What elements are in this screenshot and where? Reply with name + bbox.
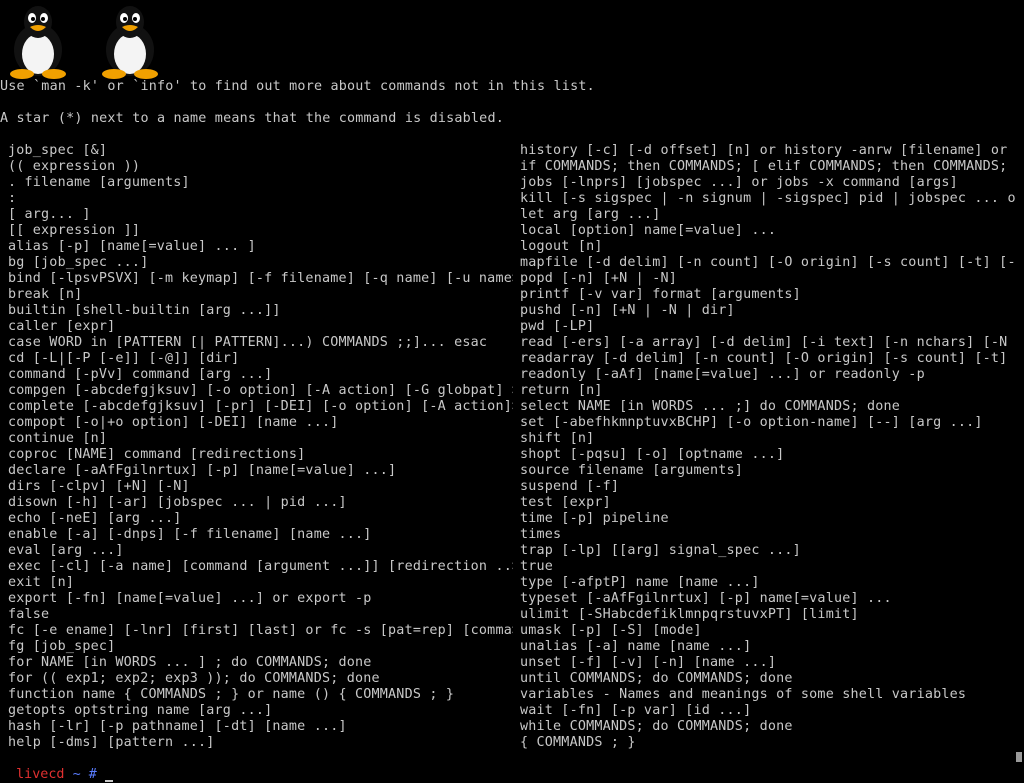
command-entry: complete [-abcdefgjksuv] [-pr] [-DEI] [-… <box>8 399 513 414</box>
command-entry: return [n] <box>520 383 603 398</box>
command-entry: fc [-e ename] [-lnr] [first] [last] or f… <box>8 623 513 638</box>
command-entry: exit [n] <box>8 575 75 590</box>
text-cursor[interactable] <box>104 780 113 782</box>
command-entry: type [-afptP] name [name ...] <box>520 575 760 590</box>
command-list-right: history [-c] [-d offset] [n] or history … <box>520 143 1016 751</box>
command-entry: [[ expression ]] <box>8 223 141 238</box>
command-entry: compopt [-o|+o option] [-DEI] [name ...] <box>8 415 339 430</box>
command-entry: variables - Names and meanings of some s… <box>520 687 967 702</box>
command-entry: set [-abefhkmnptuvxBCHP] [-o option-name… <box>520 415 983 430</box>
command-entry: dirs [-clpv] [+N] [-N] <box>8 479 190 494</box>
prompt-symbol: # <box>88 767 97 782</box>
command-entry: unset [-f] [-v] [-n] [name ...] <box>520 655 777 670</box>
command-entry: umask [-p] [-S] [mode] <box>520 623 702 638</box>
command-entry: job_spec [&] <box>8 143 108 158</box>
command-entry: suspend [-f] <box>520 479 620 494</box>
command-entry: [ arg... ] <box>8 207 91 222</box>
command-entry: : <box>8 191 17 206</box>
help-star-note-line: A star (*) next to a name means that the… <box>0 111 504 126</box>
command-entry: shift [n] <box>520 431 595 446</box>
command-entry: hash [-lr] [-p pathname] [-dt] [name ...… <box>8 719 347 734</box>
command-entry: disown [-h] [-ar] [jobspec ... | pid ...… <box>8 495 347 510</box>
command-entry: exec [-cl] [-a name] [command [argument … <box>8 559 513 574</box>
command-entry: pwd [-LP] <box>520 319 595 334</box>
prompt-directory: ~ <box>72 767 81 782</box>
command-entry: false <box>8 607 50 622</box>
command-entry: (( expression )) <box>8 159 141 174</box>
command-entry: for (( exp1; exp2; exp3 )); do COMMANDS;… <box>8 671 380 686</box>
help-intro-line: Use `man -k' or `info' to find out more … <box>0 79 595 94</box>
shell-prompt[interactable]: livecd ~ # <box>0 751 113 782</box>
command-entry: printf [-v var] format [arguments] <box>520 287 801 302</box>
prompt-hostname: livecd <box>16 767 65 782</box>
command-entry: times <box>520 527 562 542</box>
command-entry: readarray [-d delim] [-n count] [-O orig… <box>520 351 1016 366</box>
command-list-left: job_spec [&](( expression )). filename [… <box>8 143 513 751</box>
command-entry: help [-dms] [pattern ...] <box>8 735 215 750</box>
command-entry: select NAME [in WORDS ... ;] do COMMANDS… <box>520 399 901 414</box>
command-entry: let arg [arg ...] <box>520 207 661 222</box>
command-entry: ulimit [-SHabcdefiklmnpqrstuvxPT] [limit… <box>520 607 859 622</box>
command-entry: read [-ers] [-a array] [-d delim] [-i te… <box>520 335 1016 350</box>
command-entry: case WORD in [PATTERN [| PATTERN]...) CO… <box>8 335 488 350</box>
command-entry: if COMMANDS; then COMMANDS; [ elif COMMA… <box>520 159 1016 174</box>
command-entry: builtin [shell-builtin [arg ...]] <box>8 303 281 318</box>
command-entry: readonly [-aAf] [name[=value] ...] or re… <box>520 367 925 382</box>
command-entry: break [n] <box>8 287 83 302</box>
command-entry: true <box>520 559 554 574</box>
command-entry: test [expr] <box>520 495 611 510</box>
command-entry: typeset [-aAfFgilnrtux] [-p] name[=value… <box>520 591 892 606</box>
command-entry: bind [-lpsvPSVX] [-m keymap] [-f filenam… <box>8 271 513 286</box>
command-entry: source filename [arguments] <box>520 463 744 478</box>
scroll-indicator <box>1016 752 1022 762</box>
command-entry: time [-p] pipeline <box>520 511 669 526</box>
command-entry: export [-fn] [name[=value] ...] or expor… <box>8 591 372 606</box>
boot-logo-area <box>0 0 1024 82</box>
command-entry: alias [-p] [name[=value] ... ] <box>8 239 256 254</box>
command-entry: coproc [NAME] command [redirections] <box>8 447 306 462</box>
command-entry: getopts optstring name [arg ...] <box>8 703 273 718</box>
command-entry: kill [-s sigspec | -n signum | -sigspec]… <box>520 191 1016 206</box>
command-entry: local [option] name[=value] ... <box>520 223 777 238</box>
command-entry: wait [-fn] [-p var] [id ...] <box>520 703 752 718</box>
command-entry: popd [-n] [+N | -N] <box>520 271 677 286</box>
command-entry: command [-pVv] command [arg ...] <box>8 367 273 382</box>
command-entry: history [-c] [-d offset] [n] or history … <box>520 143 1016 158</box>
command-entry: cd [-L|[-P [-e]] [-@]] [dir] <box>8 351 240 366</box>
command-entry: . filename [arguments] <box>8 175 190 190</box>
command-entry: bg [job_spec ...] <box>8 255 149 270</box>
command-entry: compgen [-abcdefgjksuv] [-o option] [-A … <box>8 383 513 398</box>
command-entry: mapfile [-d delim] [-n count] [-O origin… <box>520 255 1016 270</box>
command-entry: caller [expr] <box>8 319 116 334</box>
command-entry: while COMMANDS; do COMMANDS; done <box>520 719 793 734</box>
command-entry: shopt [-pqsu] [-o] [optname ...] <box>520 447 785 462</box>
command-entry: jobs [-lnprs] [jobspec ...] or jobs -x c… <box>520 175 958 190</box>
command-entry: trap [-lp] [[arg] signal_spec ...] <box>520 543 801 558</box>
command-entry: { COMMANDS ; } <box>520 735 636 750</box>
command-entry: enable [-a] [-dnps] [-f filename] [name … <box>8 527 372 542</box>
command-entry: unalias [-a] name [name ...] <box>520 639 752 654</box>
command-entry: logout [n] <box>520 239 603 254</box>
command-entry: echo [-neE] [arg ...] <box>8 511 182 526</box>
command-entry: function name { COMMANDS ; } or name () … <box>8 687 455 702</box>
command-entry: fg [job_spec] <box>8 639 116 654</box>
command-entry: eval [arg ...] <box>8 543 124 558</box>
command-entry: for NAME [in WORDS ... ] ; do COMMANDS; … <box>8 655 372 670</box>
command-entry: until COMMANDS; do COMMANDS; done <box>520 671 793 686</box>
tux-icon <box>102 6 158 79</box>
command-entry: pushd [-n] [+N | -N | dir] <box>520 303 735 318</box>
command-entry: declare [-aAfFgilnrtux] [-p] [name[=valu… <box>8 463 397 478</box>
tux-icon <box>10 6 66 79</box>
command-entry: continue [n] <box>8 431 108 446</box>
